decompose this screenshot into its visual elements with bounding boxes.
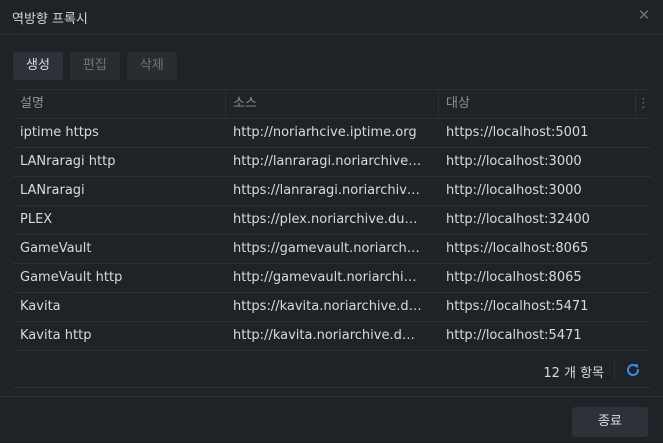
dialog-footer: 종료 bbox=[0, 396, 663, 443]
table-row[interactable]: GameVault http http://gamevault.noriarchi… bbox=[13, 264, 651, 293]
row-description: iptime https bbox=[20, 125, 99, 140]
row-source: http://noriarhcive.iptime.org bbox=[233, 125, 417, 140]
refresh-icon[interactable] bbox=[625, 362, 641, 378]
table-row[interactable]: Kavita https://kavita.noriarchive.duckdns… bbox=[13, 293, 651, 322]
toolbar: 생성 편집 삭제 bbox=[13, 52, 177, 80]
row-description: GameVault bbox=[20, 241, 92, 256]
column-header-target[interactable]: 대상 bbox=[439, 90, 636, 118]
row-description: LANraragi http bbox=[20, 154, 116, 169]
dialog-title: 역방향 프록시 bbox=[12, 12, 88, 27]
row-target: https://localhost:5001 bbox=[446, 125, 589, 140]
row-target: http://localhost:32400 bbox=[446, 212, 590, 227]
reverse-proxy-dialog: 역방향 프록시 ✕ 생성 편집 삭제 설명 소스 대상 ⋮ iptime htt… bbox=[0, 0, 663, 442]
row-source: https://lanraragi.noriarchive.duckdns.or… bbox=[233, 183, 426, 198]
edit-button[interactable]: 편집 bbox=[69, 52, 120, 80]
item-count: 12 개 항목 bbox=[543, 366, 604, 381]
delete-button[interactable]: 삭제 bbox=[126, 52, 177, 80]
row-description: PLEX bbox=[20, 212, 53, 227]
row-description: Kavita bbox=[20, 299, 61, 314]
column-header-description[interactable]: 설명 bbox=[13, 90, 226, 118]
table-row[interactable]: Kavita http http://kavita.noriarchive.duc… bbox=[13, 322, 651, 351]
close-icon[interactable]: ✕ bbox=[637, 8, 651, 23]
row-description: LANraragi bbox=[20, 183, 85, 198]
row-source: http://gamevault.noriarchive.duckdns.org bbox=[233, 270, 426, 285]
proxy-rules-table: 설명 소스 대상 ⋮ iptime https http://noriarhciv… bbox=[13, 89, 651, 388]
table-row[interactable]: GameVault https://gamevault.noriarchive.d… bbox=[13, 235, 651, 264]
row-target: https://localhost:8065 bbox=[446, 241, 589, 256]
row-source: https://kavita.noriarchive.duckdns.org bbox=[233, 299, 426, 314]
row-source: http://kavita.noriarchive.duckdns.org bbox=[233, 328, 426, 343]
row-description: GameVault http bbox=[20, 270, 123, 285]
dialog-titlebar: 역방향 프록시 ✕ bbox=[0, 0, 663, 35]
row-source: http://lanraragi.noriarchive.duckdns.org bbox=[233, 154, 426, 169]
row-target: http://localhost:8065 bbox=[446, 270, 582, 285]
row-source: https://gamevault.noriarchive.duckdns.or… bbox=[233, 241, 426, 256]
row-description: Kavita http bbox=[20, 328, 92, 343]
column-menu-icon[interactable]: ⋮ bbox=[636, 90, 651, 118]
column-header-source[interactable]: 소스 bbox=[226, 90, 439, 118]
footer-divider bbox=[614, 360, 615, 380]
table-footer: 12 개 항목 bbox=[13, 355, 651, 385]
row-source: https://plex.noriarchive.duckdns.org bbox=[233, 212, 426, 227]
table-row[interactable]: iptime https http://noriarhcive.iptime.or… bbox=[13, 119, 651, 148]
row-target: https://localhost:5471 bbox=[446, 299, 589, 314]
table-body: iptime https http://noriarhcive.iptime.or… bbox=[13, 119, 651, 351]
table-row[interactable]: LANraragi http http://lanraragi.noriarchi… bbox=[13, 148, 651, 177]
close-button[interactable]: 종료 bbox=[572, 407, 648, 437]
row-target: http://localhost:3000 bbox=[446, 183, 582, 198]
table-row[interactable]: PLEX https://plex.noriarchive.duckdns.org… bbox=[13, 206, 651, 235]
create-button[interactable]: 생성 bbox=[13, 52, 63, 80]
table-row[interactable]: LANraragi https://lanraragi.noriarchive.d… bbox=[13, 177, 651, 206]
table-header: 설명 소스 대상 ⋮ bbox=[13, 90, 651, 119]
row-target: http://localhost:3000 bbox=[446, 154, 582, 169]
row-target: http://localhost:5471 bbox=[446, 328, 582, 343]
